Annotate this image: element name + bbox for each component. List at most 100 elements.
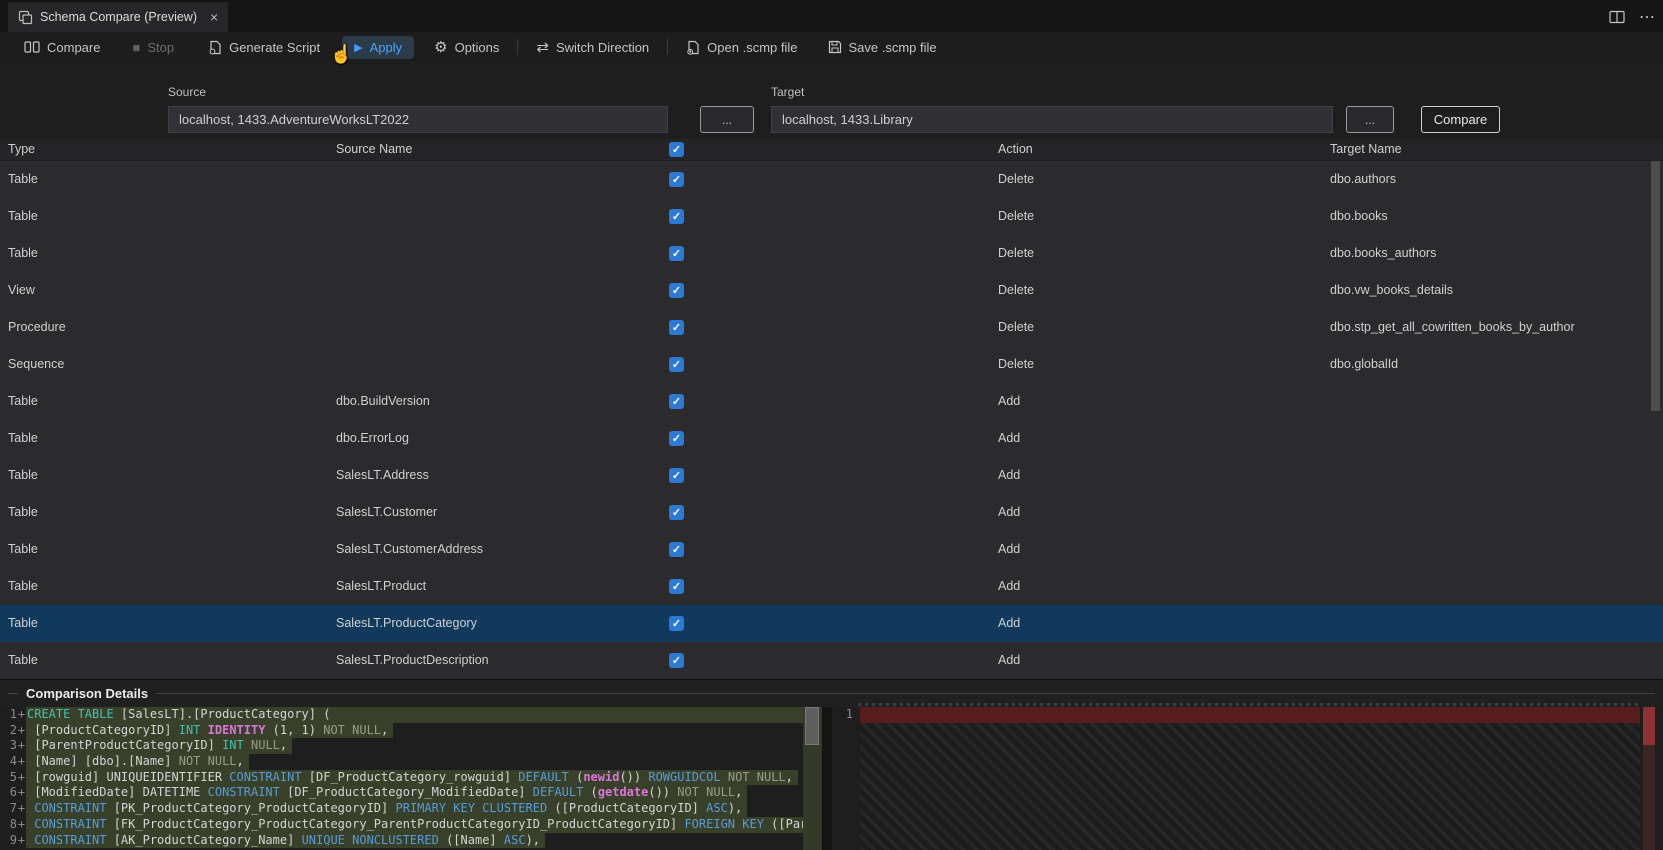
column-header-action[interactable]: Action	[998, 142, 1033, 156]
code-line: 1 + CREATE TABLE [SalesLT].[ProductCategor…	[0, 707, 803, 723]
save-scmp-icon	[828, 40, 842, 54]
column-header-type[interactable]: Type	[8, 142, 35, 156]
generate-script-icon	[208, 40, 222, 55]
diff-add-sign: +	[17, 785, 26, 800]
row-type: View	[8, 283, 35, 297]
target-browse-button[interactable]: ...	[1346, 106, 1394, 133]
diff-source-pane[interactable]: 1 + CREATE TABLE [SalesLT].[ProductCategor…	[0, 707, 822, 850]
save-scmp-button[interactable]: Save .scmp file	[820, 37, 945, 58]
row-target-name: dbo.vw_books_details	[1330, 283, 1453, 297]
grid-header: Type Source Name ✓ Action Target Name	[0, 139, 1663, 161]
row-include-checkbox[interactable]: ✓	[669, 209, 684, 224]
stop-button[interactable]: ■ Stop	[124, 37, 182, 58]
row-include-checkbox[interactable]: ✓	[669, 542, 684, 557]
diff-pane-divider[interactable]	[822, 707, 832, 850]
row-include-checkbox[interactable]: ✓	[669, 505, 684, 520]
row-action: Add	[998, 505, 1021, 519]
column-header-target-name[interactable]: Target Name	[1330, 142, 1402, 156]
row-source-name: SalesLT.ProductCategory	[336, 616, 477, 630]
toolbar-separator-2	[667, 39, 669, 55]
diff-add-sign: +	[17, 738, 26, 753]
table-row[interactable]: Table dbo.ErrorLog Add ✓	[0, 420, 1663, 457]
source-input[interactable]	[168, 106, 668, 133]
code-line: 8 + CONSTRAINT [FK_ProductCategory_Produc…	[0, 816, 803, 833]
code-line: 6 + [ModifiedDate] DATETIME CONSTRAINT [D…	[0, 785, 803, 802]
row-target-name: dbo.stp_get_all_cowritten_books_by_autho…	[1330, 320, 1575, 334]
row-action: Add	[998, 653, 1021, 667]
row-action: Add	[998, 616, 1021, 630]
code-line: 9 + CONSTRAINT [AK_ProductCategory_Name] …	[0, 832, 803, 849]
diff-target-pane[interactable]: 1	[832, 703, 1663, 850]
table-row[interactable]: Sequence Delete dbo.globalId ✓	[0, 346, 1663, 383]
split-editor-icon[interactable]	[1609, 10, 1625, 24]
code-text: [ModifiedDate] DATETIME CONSTRAINT [DF_P…	[26, 785, 748, 802]
row-include-checkbox[interactable]: ✓	[669, 579, 684, 594]
code-text: CONSTRAINT [AK_ProductCategory_Name] UNI…	[26, 832, 546, 849]
compare-action-button[interactable]: Compare	[1421, 106, 1500, 133]
row-include-checkbox[interactable]: ✓	[669, 357, 684, 372]
row-include-checkbox[interactable]: ✓	[669, 394, 684, 409]
row-source-name: SalesLT.CustomerAddress	[336, 542, 484, 556]
table-row[interactable]: View Delete dbo.vw_books_details ✓	[0, 272, 1663, 309]
table-row[interactable]: Table SalesLT.Product Add ✓	[0, 568, 1663, 605]
code-text: [ParentProductCategoryID] INT NULL,	[26, 738, 293, 755]
row-source-name: SalesLT.Customer	[336, 505, 438, 519]
table-row[interactable]: Table dbo.BuildVersion Add ✓	[0, 383, 1663, 420]
row-include-checkbox[interactable]: ✓	[669, 616, 684, 631]
target-line-number: 1	[845, 707, 853, 721]
generate-script-button[interactable]: Generate Script	[200, 37, 328, 58]
table-row[interactable]: Table Delete dbo.books ✓	[0, 198, 1663, 235]
switch-direction-icon: ⇄	[536, 38, 549, 56]
more-actions-icon[interactable]: ⋯	[1639, 7, 1655, 27]
line-number: 2	[9, 722, 17, 737]
diff-add-sign: +	[17, 707, 26, 721]
line-number: 3	[9, 738, 17, 753]
open-scmp-button[interactable]: Open .scmp file	[678, 37, 805, 58]
options-button[interactable]: ⚙ Options	[426, 37, 507, 58]
row-include-checkbox[interactable]: ✓	[669, 320, 684, 335]
row-include-checkbox[interactable]: ✓	[669, 431, 684, 446]
row-include-checkbox[interactable]: ✓	[669, 172, 684, 187]
source-overview-ruler[interactable]	[803, 707, 822, 850]
table-row[interactable]: Table SalesLT.CustomerAddress Add ✓	[0, 531, 1663, 568]
switch-direction-button[interactable]: ⇄ Switch Direction	[528, 37, 657, 58]
row-type: Table	[8, 616, 38, 630]
tab-close-icon[interactable]: ×	[210, 9, 218, 25]
table-row[interactable]: Table SalesLT.ProductCategory Add ✓	[0, 605, 1663, 642]
target-label: Target	[771, 85, 805, 99]
table-row[interactable]: Table Delete dbo.books_authors ✓	[0, 235, 1663, 272]
row-include-checkbox[interactable]: ✓	[669, 468, 684, 483]
code-line: 7 + CONSTRAINT [PK_ProductCategory_Produc…	[0, 801, 803, 817]
column-header-source-name[interactable]: Source Name	[336, 142, 412, 156]
diff-add-sign: +	[17, 801, 26, 816]
compare-button[interactable]: Compare	[16, 37, 108, 58]
code-line: 5 + [rowguid] UNIQUEIDENTIFIER CONSTRAINT…	[0, 769, 803, 786]
table-row[interactable]: Table Delete dbo.authors ✓	[0, 161, 1663, 198]
code-line: 4 + [Name] [dbo].[Name] NOT NULL,	[0, 754, 803, 770]
source-browse-button[interactable]: ...	[700, 106, 754, 133]
row-action: Add	[998, 431, 1021, 445]
code-line: 2 + [ProductCategoryID] INT IDENTITY (1, …	[0, 722, 803, 739]
row-include-checkbox[interactable]: ✓	[669, 246, 684, 261]
target-input[interactable]	[771, 106, 1333, 133]
table-row[interactable]: Table SalesLT.ProductDescription Add ✓	[0, 642, 1663, 679]
row-type: Table	[8, 653, 38, 667]
row-source-name: SalesLT.Address	[336, 468, 429, 482]
row-action: Delete	[998, 320, 1035, 334]
select-all-checkbox[interactable]: ✓	[669, 142, 684, 157]
apply-button[interactable]: ▶ Apply	[342, 35, 415, 59]
source-scrollbar-thumb[interactable]	[805, 707, 819, 745]
grid-scrollbar[interactable]	[1651, 161, 1660, 677]
table-row[interactable]: Table SalesLT.Customer Add ✓	[0, 494, 1663, 531]
comparison-details-title: Comparison Details	[26, 686, 149, 701]
details-rule-right	[156, 693, 1655, 694]
row-include-checkbox[interactable]: ✓	[669, 653, 684, 668]
target-overview-ruler[interactable]	[1643, 707, 1655, 850]
target-scrollbar-thumb[interactable]	[1643, 707, 1655, 745]
table-row[interactable]: Procedure Delete dbo.stp_get_all_cowritten…	[0, 309, 1663, 346]
table-row[interactable]: Table SalesLT.Address Add ✓	[0, 457, 1663, 494]
row-include-checkbox[interactable]: ✓	[669, 283, 684, 298]
grid-scrollbar-thumb[interactable]	[1651, 161, 1660, 411]
row-action: Delete	[998, 246, 1035, 260]
tab-schema-compare[interactable]: Schema Compare (Preview) ×	[8, 2, 229, 32]
